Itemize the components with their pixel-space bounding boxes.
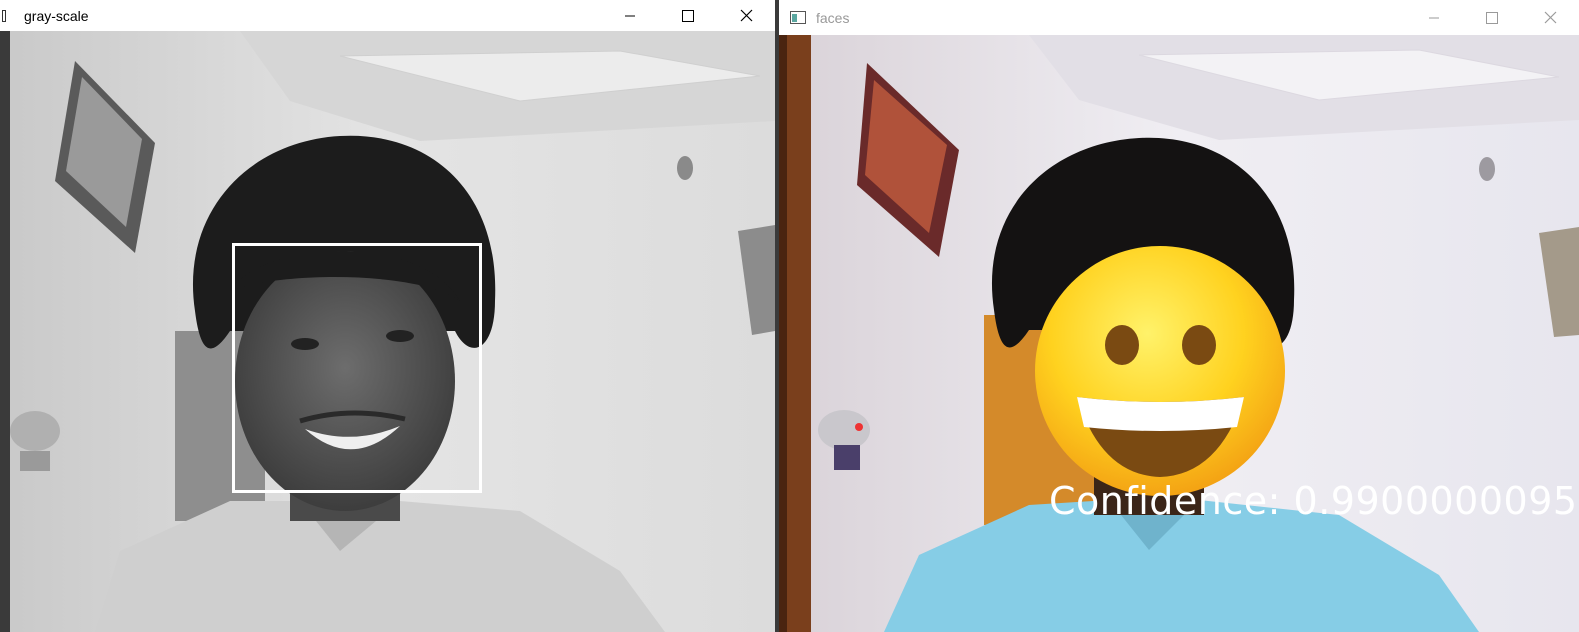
maximize-icon [682,9,694,22]
faces-frame: Confidence: 0.9900000095 [779,35,1579,632]
maximize-icon [1486,11,1498,24]
maximize-button[interactable] [659,0,717,31]
minimize-icon [625,15,635,16]
grinning-face-emoji-icon [1035,246,1285,496]
grayscale-window[interactable]: gray-scale [0,0,775,632]
confidence-label: Confidence: 0.9900000095 [1049,479,1578,523]
window-title: faces [816,9,850,26]
maximize-button[interactable] [1463,0,1521,35]
color-camera-image [779,35,1579,632]
close-icon [740,9,752,22]
close-icon [1544,11,1556,24]
minimize-icon [1429,17,1439,18]
faces-window[interactable]: faces Confidence: 0.9900000095 [779,0,1579,632]
close-button[interactable] [717,0,775,31]
window-title: gray-scale [24,7,89,24]
minimize-button[interactable] [601,0,659,31]
title-bar[interactable]: faces [779,0,1579,35]
app-window-icon [790,11,806,24]
app-window-icon [2,9,6,22]
close-button[interactable] [1521,0,1579,35]
title-bar[interactable]: gray-scale [0,0,775,31]
face-detection-box [232,243,482,493]
minimize-button[interactable] [1405,0,1463,35]
grayscale-frame [0,31,775,632]
